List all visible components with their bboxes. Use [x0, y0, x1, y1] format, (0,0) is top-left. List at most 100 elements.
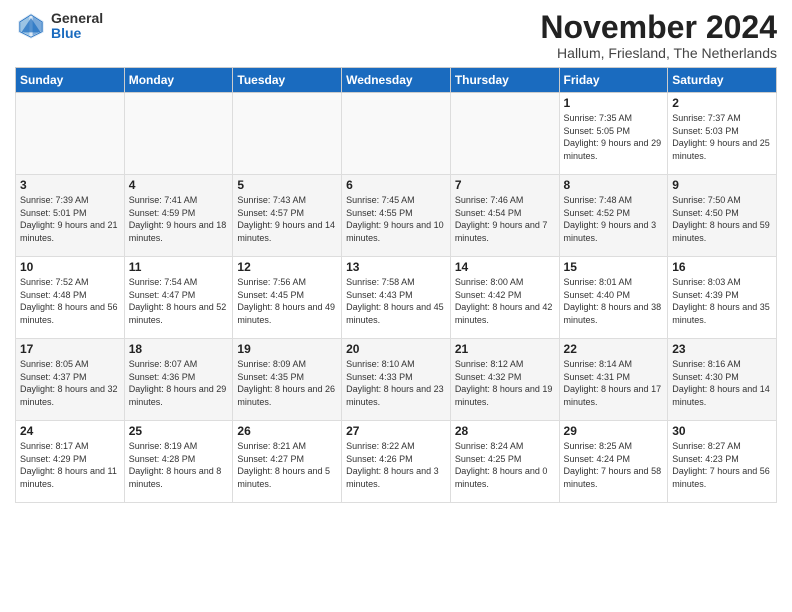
calendar-cell: 17 Sunrise: 8:05 AM Sunset: 4:37 PM Dayli…: [16, 339, 125, 421]
day-info: Sunrise: 8:17 AM Sunset: 4:29 PM Dayligh…: [20, 440, 120, 490]
calendar-cell: 9 Sunrise: 7:50 AM Sunset: 4:50 PM Daylig…: [668, 175, 777, 257]
day-info: Sunrise: 8:07 AM Sunset: 4:36 PM Dayligh…: [129, 358, 229, 408]
day-number: 22: [564, 342, 664, 356]
day-info: Sunrise: 7:39 AM Sunset: 5:01 PM Dayligh…: [20, 194, 120, 244]
day-number: 2: [672, 96, 772, 110]
day-number: 4: [129, 178, 229, 192]
day-info: Sunrise: 8:09 AM Sunset: 4:35 PM Dayligh…: [237, 358, 337, 408]
day-info: Sunrise: 8:12 AM Sunset: 4:32 PM Dayligh…: [455, 358, 555, 408]
day-number: 1: [564, 96, 664, 110]
day-info: Sunrise: 8:00 AM Sunset: 4:42 PM Dayligh…: [455, 276, 555, 326]
day-number: 7: [455, 178, 555, 192]
calendar-cell: 1 Sunrise: 7:35 AM Sunset: 5:05 PM Daylig…: [559, 93, 668, 175]
calendar-cell: 7Sunrise: 7:46 AM Sunset: 4:54 PM Daylig…: [450, 175, 559, 257]
day-number: 14: [455, 260, 555, 274]
day-info: Sunrise: 8:05 AM Sunset: 4:37 PM Dayligh…: [20, 358, 120, 408]
day-number: 28: [455, 424, 555, 438]
calendar-cell: 29Sunrise: 8:25 AM Sunset: 4:24 PM Dayli…: [559, 421, 668, 503]
day-number: 5: [237, 178, 337, 192]
day-number: 29: [564, 424, 664, 438]
day-number: 11: [129, 260, 229, 274]
day-info: Sunrise: 7:41 AM Sunset: 4:59 PM Dayligh…: [129, 194, 229, 244]
day-number: 30: [672, 424, 772, 438]
day-number: 8: [564, 178, 664, 192]
calendar-week-row: 10Sunrise: 7:52 AM Sunset: 4:48 PM Dayli…: [16, 257, 777, 339]
weekday-header: Monday: [124, 68, 233, 93]
day-number: 20: [346, 342, 446, 356]
calendar-cell: [124, 93, 233, 175]
calendar-cell: 14 Sunrise: 8:00 AM Sunset: 4:42 PM Dayli…: [450, 257, 559, 339]
day-info: Sunrise: 8:16 AM Sunset: 4:30 PM Dayligh…: [672, 358, 772, 408]
day-info: Sunrise: 8:14 AM Sunset: 4:31 PM Dayligh…: [564, 358, 664, 408]
calendar-cell: 10Sunrise: 7:52 AM Sunset: 4:48 PM Dayli…: [16, 257, 125, 339]
calendar-cell: 3 Sunrise: 7:39 AM Sunset: 5:01 PM Daylig…: [16, 175, 125, 257]
weekday-header: Saturday: [668, 68, 777, 93]
calendar-cell: 27Sunrise: 8:22 AM Sunset: 4:26 PM Dayli…: [342, 421, 451, 503]
day-info: Sunrise: 8:21 AM Sunset: 4:27 PM Dayligh…: [237, 440, 337, 490]
day-info: Sunrise: 7:50 AM Sunset: 4:50 PM Dayligh…: [672, 194, 772, 244]
title-block: November 2024 Hallum, Friesland, The Net…: [540, 10, 777, 61]
calendar-cell: 24 Sunrise: 8:17 AM Sunset: 4:29 PM Dayli…: [16, 421, 125, 503]
day-info: Sunrise: 7:45 AM Sunset: 4:55 PM Dayligh…: [346, 194, 446, 244]
calendar-header-row: SundayMondayTuesdayWednesdayThursdayFrid…: [16, 68, 777, 93]
day-number: 18: [129, 342, 229, 356]
day-number: 10: [20, 260, 120, 274]
day-info: Sunrise: 7:48 AM Sunset: 4:52 PM Dayligh…: [564, 194, 664, 244]
day-number: 17: [20, 342, 120, 356]
day-number: 19: [237, 342, 337, 356]
day-number: 23: [672, 342, 772, 356]
day-info: Sunrise: 8:03 AM Sunset: 4:39 PM Dayligh…: [672, 276, 772, 326]
calendar-cell: 12 Sunrise: 7:56 AM Sunset: 4:45 PM Dayli…: [233, 257, 342, 339]
day-number: 16: [672, 260, 772, 274]
logo-text: General Blue: [51, 11, 103, 42]
day-number: 25: [129, 424, 229, 438]
calendar-cell: 13Sunrise: 7:58 AM Sunset: 4:43 PM Dayli…: [342, 257, 451, 339]
day-number: 3: [20, 178, 120, 192]
day-info: Sunrise: 8:27 AM Sunset: 4:23 PM Dayligh…: [672, 440, 772, 490]
calendar-cell: 15Sunrise: 8:01 AM Sunset: 4:40 PM Dayli…: [559, 257, 668, 339]
month-title: November 2024: [540, 10, 777, 45]
day-info: Sunrise: 7:37 AM Sunset: 5:03 PM Dayligh…: [672, 112, 772, 162]
calendar-cell: 26 Sunrise: 8:21 AM Sunset: 4:27 PM Dayli…: [233, 421, 342, 503]
day-info: Sunrise: 8:19 AM Sunset: 4:28 PM Dayligh…: [129, 440, 229, 490]
calendar-week-row: 17 Sunrise: 8:05 AM Sunset: 4:37 PM Dayli…: [16, 339, 777, 421]
calendar-cell: 16 Sunrise: 8:03 AM Sunset: 4:39 PM Dayli…: [668, 257, 777, 339]
day-number: 26: [237, 424, 337, 438]
day-info: Sunrise: 7:56 AM Sunset: 4:45 PM Dayligh…: [237, 276, 337, 326]
weekday-header: Thursday: [450, 68, 559, 93]
weekday-header: Friday: [559, 68, 668, 93]
day-info: Sunrise: 8:24 AM Sunset: 4:25 PM Dayligh…: [455, 440, 555, 490]
calendar-cell: 11Sunrise: 7:54 AM Sunset: 4:47 PM Dayli…: [124, 257, 233, 339]
calendar-cell: 20 Sunrise: 8:10 AM Sunset: 4:33 PM Dayli…: [342, 339, 451, 421]
calendar-cell: 18 Sunrise: 8:07 AM Sunset: 4:36 PM Dayli…: [124, 339, 233, 421]
calendar-cell: 30 Sunrise: 8:27 AM Sunset: 4:23 PM Dayli…: [668, 421, 777, 503]
day-number: 27: [346, 424, 446, 438]
calendar-cell: 4 Sunrise: 7:41 AM Sunset: 4:59 PM Daylig…: [124, 175, 233, 257]
day-info: Sunrise: 7:35 AM Sunset: 5:05 PM Dayligh…: [564, 112, 664, 162]
calendar-body: 1 Sunrise: 7:35 AM Sunset: 5:05 PM Daylig…: [16, 93, 777, 503]
page: General Blue November 2024 Hallum, Fries…: [0, 0, 792, 612]
calendar-cell: [450, 93, 559, 175]
day-number: 6: [346, 178, 446, 192]
calendar-cell: 8 Sunrise: 7:48 AM Sunset: 4:52 PM Daylig…: [559, 175, 668, 257]
logo-blue-text: Blue: [51, 26, 103, 41]
day-info: Sunrise: 8:10 AM Sunset: 4:33 PM Dayligh…: [346, 358, 446, 408]
day-number: 9: [672, 178, 772, 192]
calendar-week-row: 3 Sunrise: 7:39 AM Sunset: 5:01 PM Daylig…: [16, 175, 777, 257]
location: Hallum, Friesland, The Netherlands: [540, 45, 777, 61]
day-number: 24: [20, 424, 120, 438]
calendar-week-row: 24 Sunrise: 8:17 AM Sunset: 4:29 PM Dayli…: [16, 421, 777, 503]
calendar-cell: [16, 93, 125, 175]
day-number: 15: [564, 260, 664, 274]
calendar-cell: [233, 93, 342, 175]
day-number: 21: [455, 342, 555, 356]
calendar-cell: 23 Sunrise: 8:16 AM Sunset: 4:30 PM Dayli…: [668, 339, 777, 421]
calendar-table: SundayMondayTuesdayWednesdayThursdayFrid…: [15, 67, 777, 503]
day-number: 12: [237, 260, 337, 274]
calendar-cell: 5 Sunrise: 7:43 AM Sunset: 4:57 PM Daylig…: [233, 175, 342, 257]
calendar-week-row: 1 Sunrise: 7:35 AM Sunset: 5:05 PM Daylig…: [16, 93, 777, 175]
day-info: Sunrise: 7:43 AM Sunset: 4:57 PM Dayligh…: [237, 194, 337, 244]
calendar-cell: 2 Sunrise: 7:37 AM Sunset: 5:03 PM Daylig…: [668, 93, 777, 175]
calendar-cell: 19 Sunrise: 8:09 AM Sunset: 4:35 PM Dayli…: [233, 339, 342, 421]
calendar-cell: 28 Sunrise: 8:24 AM Sunset: 4:25 PM Dayli…: [450, 421, 559, 503]
